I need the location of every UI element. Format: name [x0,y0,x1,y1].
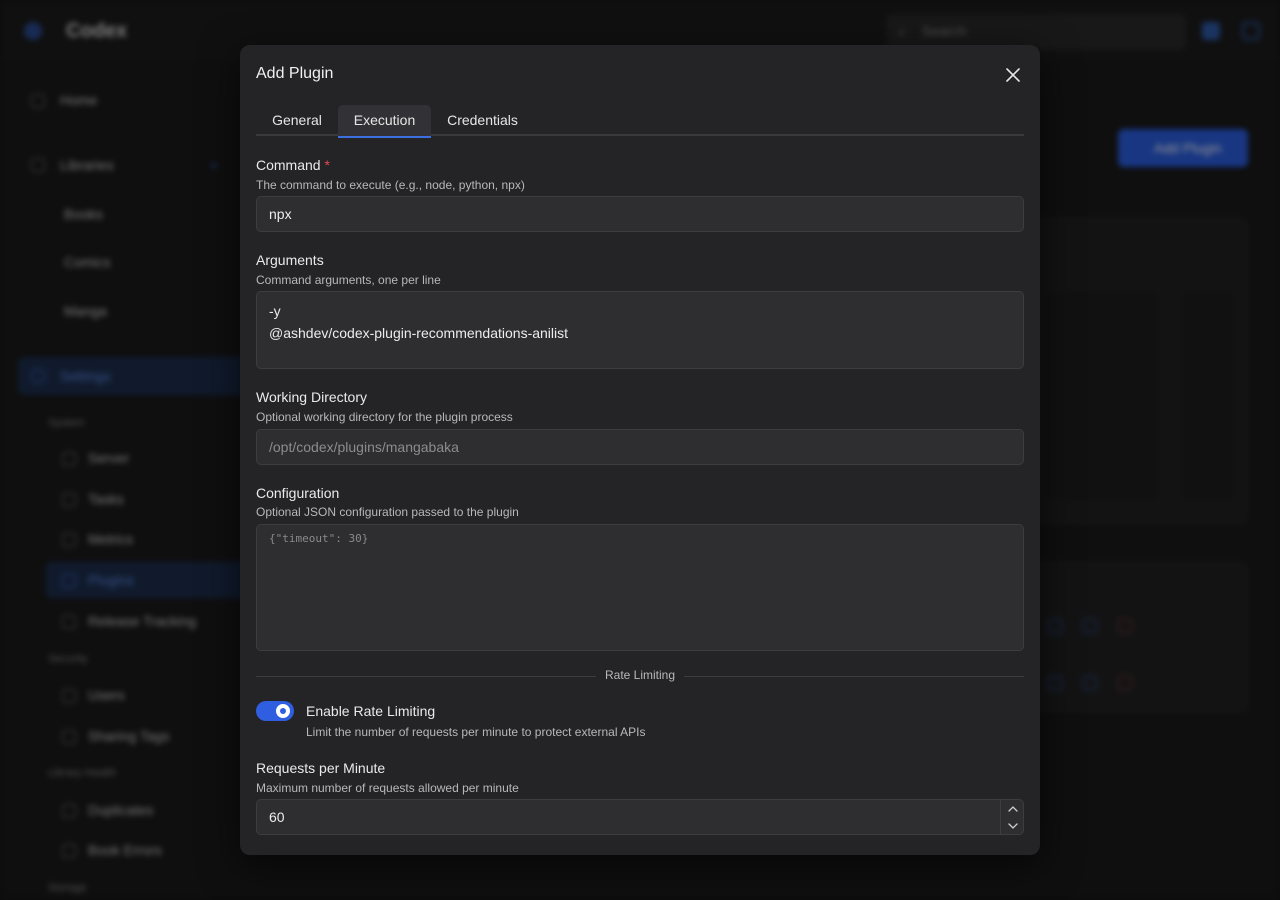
requests-per-minute-label: Requests per Minute [256,760,386,776]
working-directory-label: Working Directory [256,389,367,405]
configuration-description: Optional JSON configuration passed to th… [256,505,519,519]
toggle-knob-dot [280,708,286,714]
configuration-textarea[interactable] [256,524,1024,651]
tab-execution[interactable]: Execution [338,105,431,138]
chevron-up-icon [1008,805,1018,812]
arguments-textarea[interactable] [256,291,1024,369]
dialog-tabs: General Execution Credentials [256,105,1024,138]
toggle-knob [276,704,290,718]
increment-button[interactable] [1001,800,1025,817]
rate-limiting-section-label: Rate Limiting [596,668,685,682]
command-input[interactable] [256,196,1024,232]
decrement-button[interactable] [1001,817,1025,834]
command-label: Command * [256,157,330,173]
configuration-label: Configuration [256,485,340,501]
rate-limiting-toggle-label[interactable]: Enable Rate Limiting [306,703,435,719]
requests-per-minute-description: Maximum number of requests allowed per m… [256,781,519,795]
command-description: The command to execute (e.g., node, pyth… [256,178,525,192]
command-label-text: Command [256,157,321,173]
chevron-down-icon [1008,822,1018,829]
requests-per-minute-input[interactable] [256,799,1024,835]
working-directory-description: Optional working directory for the plugi… [256,410,513,424]
close-button[interactable] [1002,64,1024,86]
rate-limiting-toggle[interactable] [256,701,294,721]
dialog-title: Add Plugin [256,65,334,82]
tab-credentials[interactable]: Credentials [431,105,534,136]
requests-per-minute-stepper [1000,800,1024,835]
rate-limiting-toggle-description: Limit the number of requests per minute … [306,725,646,739]
add-plugin-dialog: Add Plugin General Execution Credentials… [240,45,1040,855]
close-icon [1006,68,1020,82]
required-mark: * [324,157,330,173]
working-directory-input[interactable] [256,429,1024,465]
arguments-description: Command arguments, one per line [256,273,441,287]
tab-general[interactable]: General [256,105,338,136]
arguments-label: Arguments [256,252,324,268]
